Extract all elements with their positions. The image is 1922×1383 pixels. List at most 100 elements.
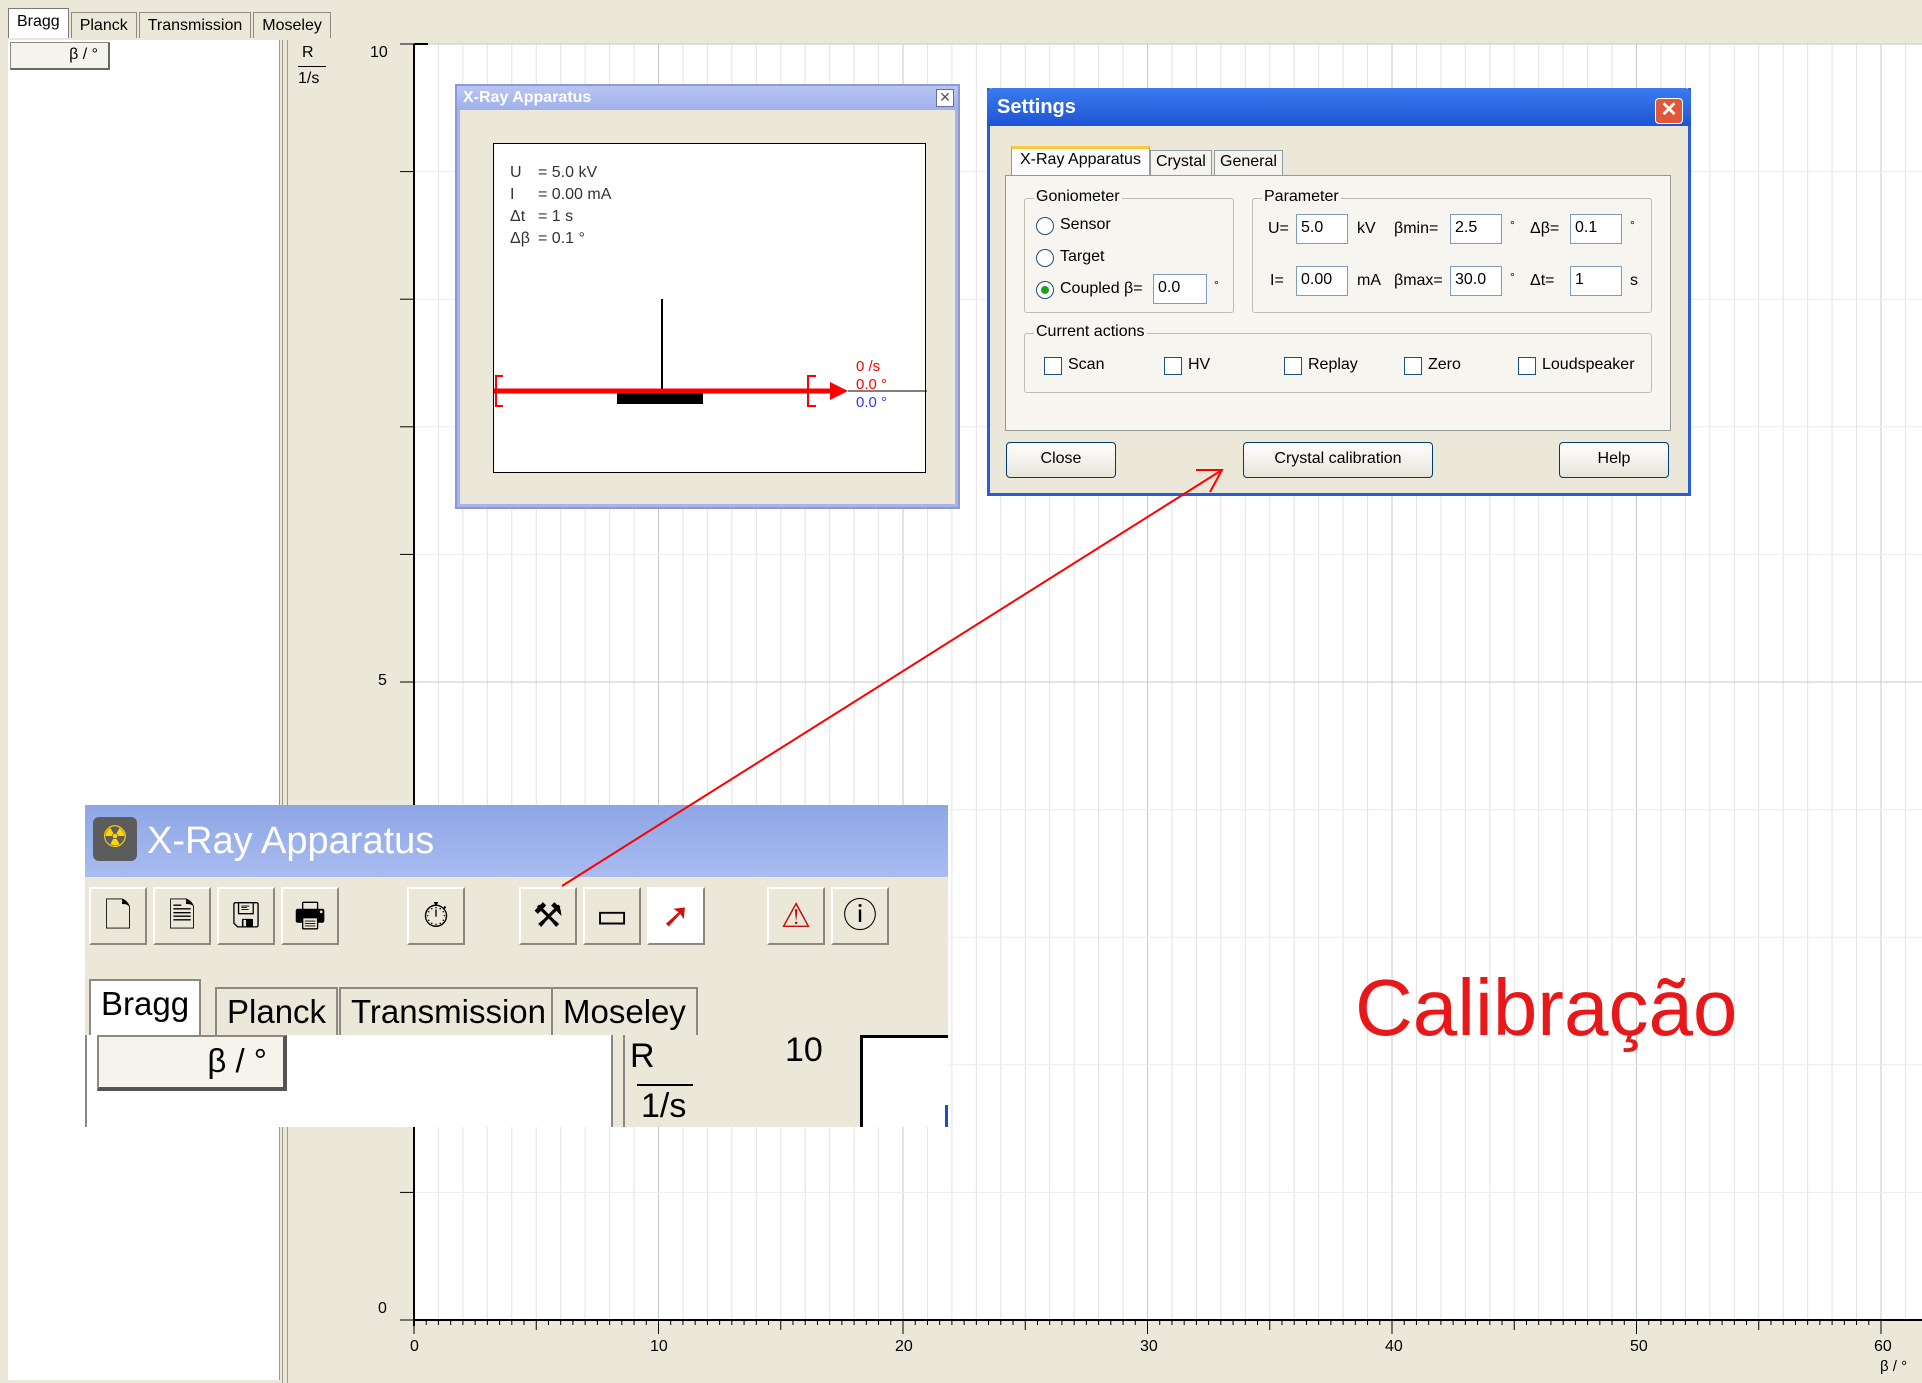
display-window-icon[interactable]: ▭ (583, 887, 641, 945)
new-document-icon[interactable]: 🗋 (89, 887, 147, 945)
radio-sensor[interactable] (1036, 217, 1054, 235)
app-icon: ☢ (93, 817, 137, 861)
r-label: R (630, 1037, 655, 1075)
print-icon[interactable]: 🖶 (281, 887, 339, 945)
apparatus-display: U = 5.0 kV I = 0.00 mA Δt = 1 s Δβ = 0.1 ° 0… (493, 143, 927, 473)
calibration-caption: Calibração (1355, 963, 1738, 1052)
rate-readout: 0 /s (856, 358, 881, 375)
degree-unit: ° (1214, 278, 1219, 292)
u-unit: kV (1357, 220, 1376, 237)
r-divider (637, 1084, 693, 1086)
i-unit: mA (1357, 272, 1381, 289)
tab-xray-apparatus[interactable]: X-Ray Apparatus (1011, 146, 1150, 176)
y-tick-label: 5 (378, 672, 387, 689)
degree-unit: ° (1630, 218, 1635, 232)
xray-apparatus-window[interactable]: X-Ray Apparatus ✕ U = 5.0 kV I = 0.00 mA Δ… (455, 84, 960, 509)
checkbox-label: Loudspeaker (1542, 356, 1635, 373)
degree-unit: ° (1510, 218, 1515, 232)
beta-column-header[interactable]: β / ° (10, 42, 110, 70)
goniometer-diagram (494, 299, 927, 407)
beta-min-label: βmin= (1394, 220, 1439, 237)
coupled-beta-label: β= (1124, 280, 1143, 297)
i-label: I= (1270, 272, 1284, 289)
delta-t-unit: s (1630, 272, 1638, 289)
measurement-table[interactable] (8, 40, 280, 1380)
tab-bragg[interactable]: Bragg (89, 979, 202, 1035)
checkbox-label: Scan (1068, 356, 1105, 373)
radio-label: Target (1060, 248, 1105, 265)
r-tick-label: 10 (785, 1031, 823, 1069)
radio-label: Coupled (1060, 280, 1120, 297)
checkbox-label: Zero (1428, 356, 1461, 373)
tab-planck[interactable]: Planck (70, 12, 137, 38)
tab-moseley[interactable]: Moseley (253, 12, 331, 38)
angle-readout-red: 0.0 ° (856, 376, 888, 393)
voltage-field[interactable]: 5.0 (1296, 214, 1348, 244)
x-tick-label: 10 (650, 1338, 668, 1355)
x-tick-label: 20 (895, 1338, 913, 1355)
x-tick-label: 40 (1385, 1338, 1403, 1355)
tab-general[interactable]: General (1214, 150, 1283, 176)
close-button[interactable]: Close (1006, 442, 1116, 478)
y-tick-label: 0 (378, 1300, 387, 1317)
u-label: U= (1268, 220, 1289, 237)
beta-max-label: βmax= (1394, 272, 1443, 289)
radio-coupled[interactable] (1036, 281, 1054, 299)
tab-transmission[interactable]: Transmission (339, 987, 558, 1035)
help-book-icon[interactable]: ⚠ (767, 887, 825, 945)
beta-min-field[interactable]: 2.5 (1450, 214, 1502, 244)
delta-beta-field[interactable]: 0.1 (1570, 214, 1622, 244)
info-icon[interactable]: ⓘ (831, 887, 889, 945)
delta-beta-label: Δβ= (1530, 220, 1560, 237)
toolbar-zoom-inset: X-Ray Apparatus ☢ 🗋 🗎 🖫 🖶 ⏱ ⚒ ▭ ➚ ⚠ ⓘ Br… (85, 805, 948, 1127)
checkbox-label: HV (1188, 356, 1211, 373)
radio-label: Sensor (1060, 216, 1111, 233)
zoom-plot-mark (945, 1105, 948, 1127)
group-label: Parameter (1262, 188, 1341, 206)
zoom-title-bar: X-Ray Apparatus (85, 805, 948, 877)
dialog-title: Settings (987, 88, 1691, 126)
tab-bragg[interactable]: Bragg (8, 8, 69, 38)
x-axis-label: β / ° (1880, 1358, 1908, 1375)
settings-tools-icon[interactable]: ⚒ (519, 887, 577, 945)
beta-column-header[interactable]: β / ° (97, 1035, 287, 1091)
checkbox-scan[interactable] (1044, 357, 1062, 375)
tab-moseley[interactable]: Moseley (551, 987, 698, 1035)
open-document-icon[interactable]: 🗎 (153, 887, 211, 945)
delta-t-field[interactable]: 1 (1570, 266, 1622, 296)
r-unit: 1/s (641, 1087, 687, 1125)
panel-splitter (611, 1035, 625, 1127)
pointer-arrow-icon[interactable]: ➚ (647, 887, 705, 945)
coupled-beta-field[interactable]: 0.0 (1153, 274, 1207, 304)
checkbox-replay[interactable] (1284, 357, 1302, 375)
angle-readout-blue: 0.0 ° (856, 394, 888, 411)
delta-t-label: Δt= (1530, 272, 1555, 289)
checkbox-zero[interactable] (1404, 357, 1422, 375)
degree-unit: ° (1510, 270, 1515, 284)
tab-crystal[interactable]: Crystal (1150, 150, 1212, 176)
window-title: X-Ray Apparatus (457, 86, 958, 110)
current-field[interactable]: 0.00 (1296, 266, 1348, 296)
checkbox-hv[interactable] (1164, 357, 1182, 375)
x-tick-label: 0 (410, 1338, 419, 1355)
checkbox-loudspeaker[interactable] (1518, 357, 1536, 375)
tab-bar: Bragg Planck Transmission Moseley (8, 6, 333, 38)
group-label: Goniometer (1034, 188, 1122, 206)
beta-max-field[interactable]: 30.0 (1450, 266, 1502, 296)
zoom-plot-canvas (860, 1035, 948, 1127)
tab-planck[interactable]: Planck (215, 987, 339, 1035)
crystal-calibration-button[interactable]: Crystal calibration (1243, 442, 1433, 478)
y-tick-label: 10 (370, 44, 388, 61)
x-tick-label: 50 (1630, 1338, 1648, 1355)
radio-target[interactable] (1036, 249, 1054, 267)
help-button[interactable]: Help (1559, 442, 1669, 478)
x-tick-label: 60 (1874, 1338, 1892, 1355)
x-tick-label: 30 (1140, 1338, 1158, 1355)
close-icon[interactable]: ✕ (936, 89, 954, 107)
stopwatch-icon[interactable]: ⏱ (407, 887, 465, 945)
checkbox-label: Replay (1308, 356, 1358, 373)
group-label: Current actions (1034, 323, 1147, 341)
close-icon[interactable]: ✕ (1655, 98, 1683, 124)
tab-transmission[interactable]: Transmission (138, 12, 252, 38)
save-icon[interactable]: 🖫 (217, 887, 275, 945)
